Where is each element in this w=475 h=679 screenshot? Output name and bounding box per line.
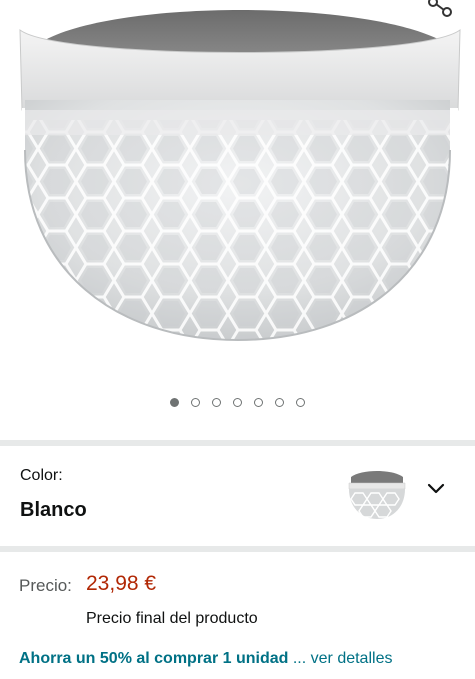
price-section: Precio: 23,98 € Precio final del product… <box>0 552 475 679</box>
pagination-dot[interactable] <box>233 398 242 407</box>
color-value: Blanco <box>20 499 87 521</box>
price-value: 23,98 € <box>86 572 157 595</box>
pagination-dot[interactable] <box>275 398 284 407</box>
product-image[interactable] <box>0 0 475 385</box>
pagination-dot[interactable] <box>212 398 221 407</box>
solar-lamp-image <box>19 10 461 342</box>
pagination-dot[interactable] <box>170 398 179 407</box>
pagination-dot[interactable] <box>296 398 305 407</box>
color-thumbnail[interactable] <box>345 467 409 523</box>
divider <box>0 440 475 446</box>
share-icon[interactable] <box>425 0 455 24</box>
pagination-dot[interactable] <box>191 398 200 407</box>
promo-details-link[interactable]: ... ver detalles <box>293 650 393 667</box>
pagination-dot[interactable] <box>254 398 263 407</box>
promo-offer-text[interactable]: Ahorra un 50% al comprar 1 unidad <box>19 650 288 667</box>
price-note: Precio final del producto <box>86 610 258 627</box>
color-label: Color: <box>20 467 63 484</box>
color-selector[interactable]: Color: Blanco <box>0 449 475 546</box>
promo-link[interactable]: Ahorra un 50% al comprar 1 unidad ... ve… <box>19 650 392 668</box>
chevron-down-icon[interactable] <box>426 479 446 499</box>
price-label: Precio: <box>19 576 72 595</box>
image-pagination <box>0 398 475 412</box>
